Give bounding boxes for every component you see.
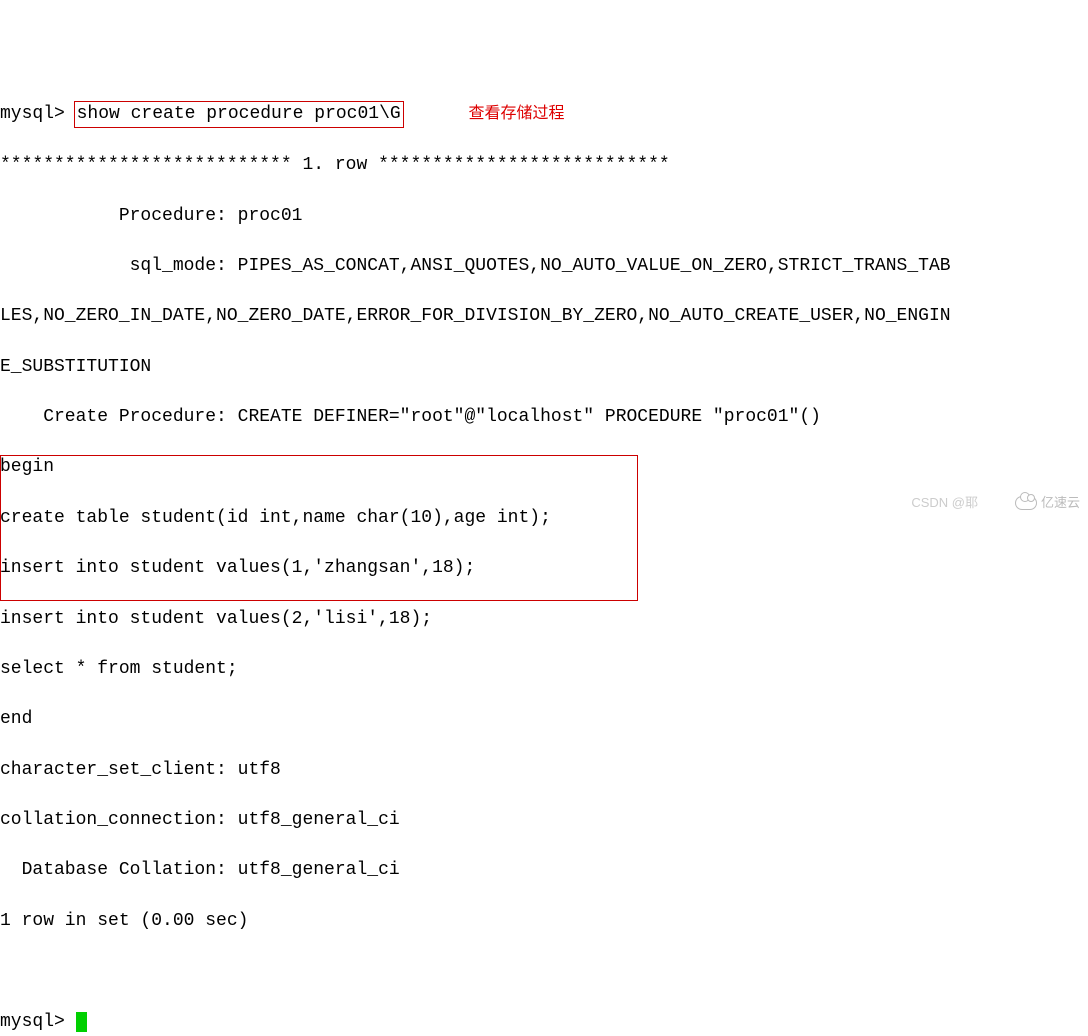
mysql-prompt: mysql>: [0, 104, 76, 124]
collation-conn-line: collation_connection: utf8_general_ci: [0, 808, 1088, 833]
charset-line: character_set_client: utf8: [0, 758, 1088, 783]
sql-mode-line1: sql_mode: PIPES_AS_CONCAT,ANSI_QUOTES,NO…: [0, 254, 1088, 279]
watermark-brand: 亿速云: [1015, 494, 1080, 512]
body-insert2: insert into student values(2,'lisi',18);: [0, 607, 1088, 632]
command-text: show create procedure proc01\G: [77, 104, 401, 124]
mysql-prompt2: mysql>: [0, 1012, 76, 1032]
procedure-line: Procedure: proc01: [0, 204, 1088, 229]
row-separator: *************************** 1. row *****…: [0, 153, 1088, 178]
create-procedure-line: Create Procedure: CREATE DEFINER="root"@…: [0, 405, 1088, 430]
cursor-block[interactable]: [76, 1012, 87, 1032]
command-box: show create procedure proc01\G: [74, 101, 404, 128]
sql-mode-line3: E_SUBSTITUTION: [0, 355, 1088, 380]
rows-msg: 1 row in set (0.00 sec): [0, 909, 1088, 934]
body-begin: begin: [0, 455, 1088, 480]
body-select: select * from student;: [0, 657, 1088, 682]
watermark-csdn: CSDN @耶: [911, 494, 978, 512]
prompt-line[interactable]: mysql>: [0, 1010, 1088, 1035]
sql-mode-line2: LES,NO_ZERO_IN_DATE,NO_ZERO_DATE,ERROR_F…: [0, 304, 1088, 329]
command-line: mysql> show create procedure proc01\G 查看…: [0, 101, 1088, 128]
db-collation-line: Database Collation: utf8_general_ci: [0, 858, 1088, 883]
blank-line: [0, 959, 1088, 984]
annotation-text: 查看存储过程: [469, 105, 565, 122]
body-insert1: insert into student values(1,'zhangsan',…: [0, 556, 1088, 581]
body-end: end: [0, 707, 1088, 732]
cloud-icon: [1015, 496, 1037, 510]
